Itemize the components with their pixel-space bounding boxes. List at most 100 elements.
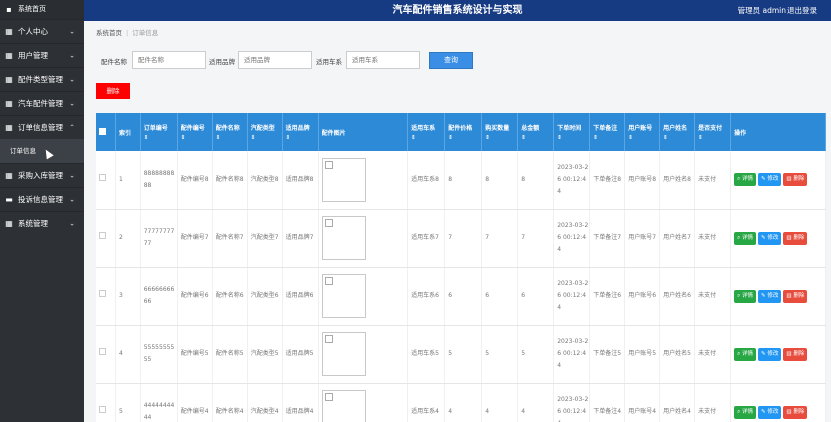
column-header[interactable]: 适用品牌 ⇕ [282,113,319,151]
sort-icon[interactable]: ⇕ [251,135,282,141]
sort-icon[interactable]: ⇕ [698,135,730,141]
sidebar-home[interactable]: ▪ 系统首页 [0,0,84,19]
column-header-label: 汽配类型 [250,125,275,132]
detail-button[interactable]: ⌕ 详情 [734,289,756,303]
column-header[interactable]: 订单编号 ⇕ [140,113,178,151]
sidebar-item-6[interactable]: ▬ 投诉信息管理 ⌄ [0,187,84,211]
sort-icon[interactable]: ⇕ [557,135,589,141]
column-header[interactable]: 总金额 ⇕ [517,113,555,151]
cell-actions: ⌕ 详情 ✎ 修改 ▥ 删除 [730,209,826,268]
column-header[interactable]: 购买数量 ⇕ [481,113,519,151]
row-checkbox[interactable] [99,406,106,413]
row-checkbox[interactable] [99,232,106,239]
sort-icon[interactable]: ⇕ [144,135,177,141]
row-select-cell [96,267,117,326]
cell-part_name: 配件名称6 [212,267,248,326]
select-all-checkbox[interactable] [99,127,106,135]
batch-delete-button[interactable]: 删除 [96,83,130,99]
sort-icon[interactable]: ⇕ [593,135,624,141]
cell-price: 4 [444,383,483,422]
column-header[interactable]: 配件编号 ⇕ [177,113,213,151]
cell-price: 5 [444,325,483,384]
detail-button[interactable]: ⌕ 详情 [734,173,756,187]
sidebar-item-label: 系统管理 [18,219,48,228]
column-header[interactable]: 下单备注 ⇕ [589,113,626,151]
app-title: 汽车配件销售系统设计与实现 [392,5,523,16]
sort-icon[interactable]: ⇕ [216,135,247,141]
column-header[interactable]: 下单时间 ⇕ [553,113,591,151]
series-input[interactable] [346,51,420,69]
row-checkbox[interactable] [99,348,106,355]
cell-index: 5 [115,383,141,422]
delete-button[interactable]: ▥ 删除 [783,173,808,187]
search-form: 配件名称 适用品牌 适用车系 [99,51,479,71]
grid-icon: ▦ [5,170,13,180]
cell-order_no: 5555555555 [140,325,178,384]
breadcrumb-home[interactable]: 系统首页 [96,29,122,37]
column-header[interactable]: 配件价格 ⇕ [444,113,483,151]
logout-link[interactable]: 退出登录 [787,0,817,21]
sidebar-item-1[interactable]: ▦ 用户管理 ⌄ [0,43,84,67]
part-name-input[interactable] [132,51,206,69]
detail-button[interactable]: ⌕ 详情 [734,231,756,245]
column-header[interactable]: 用户姓名 ⇕ [659,113,696,151]
search-button[interactable]: 查询 [429,52,473,69]
broken-image-icon [321,274,366,318]
edit-button[interactable]: ✎ 修改 [758,405,782,419]
sidebar-item-label: 采购入库管理 [18,171,63,180]
sort-icon[interactable]: ⇕ [521,135,553,141]
detail-label: 详情 [741,234,753,241]
sidebar-item-label: 用户管理 [18,51,48,60]
row-select-cell [96,325,117,384]
sidebar-item-7[interactable]: ▦ 系统管理 ⌄ [0,211,84,235]
cell-actions: ⌕ 详情 ✎ 修改 ▥ 删除 [730,267,826,326]
detail-button[interactable]: ⌕ 详情 [734,347,756,361]
column-header[interactable]: 用户账号 ⇕ [624,113,661,151]
column-header-label: 订单编号 [143,125,168,132]
sort-icon[interactable]: ⇕ [181,135,212,141]
column-header[interactable]: 是否支付 ⇕ [694,113,732,151]
sidebar-item-5[interactable]: ▦ 采购入库管理 ⌄ [0,163,84,187]
table-row: 2 7777777777 配件编号7 配件名称7 汽配类型7 适用品牌7 适用车系7 7 7 7 2… [96,209,826,268]
detail-button[interactable]: ⌕ 详情 [734,405,756,419]
sort-icon[interactable]: ⇕ [448,135,481,141]
edit-button[interactable]: ✎ 修改 [758,231,782,245]
grid-icon: ▦ [5,98,13,108]
cell-part_no: 配件编号6 [177,267,213,326]
cell-name: 用户姓名5 [659,325,696,384]
edit-button[interactable]: ✎ 修改 [758,173,782,187]
sidebar-item-0[interactable]: ▦ 个人中心 ⌄ [0,19,84,43]
row-checkbox[interactable] [99,173,106,181]
sort-icon[interactable]: ⇕ [628,135,659,141]
delete-button[interactable]: ▥ 删除 [783,289,808,303]
sidebar-item-label: 投诉信息管理 [18,195,63,204]
edit-button[interactable]: ✎ 修改 [758,347,782,361]
delete-button[interactable]: ▥ 删除 [783,231,808,245]
sidebar-item-4[interactable]: ▦ 订单信息管理 ⌃ [0,115,84,139]
row-checkbox[interactable] [99,290,106,297]
cell-image [318,325,409,384]
breadcrumb: 系统首页 | 订单信息 [96,27,158,37]
sort-icon[interactable]: ⇕ [485,135,517,141]
chevron-icon: ⌄ [69,195,75,203]
cell-account: 用户账号4 [624,383,661,422]
sidebar-item-2[interactable]: ▦ 配件类型管理 ⌄ [0,67,84,91]
sort-icon[interactable]: ⇕ [411,135,444,141]
sidebar-subitem-order-info[interactable]: 订单信息 [0,139,84,163]
column-header-label: 下单备注 [593,125,618,132]
column-header[interactable]: 适用车系 ⇕ [407,113,446,151]
delete-button[interactable]: ▥ 删除 [783,347,808,361]
column-header[interactable]: 配件名称 ⇕ [212,113,248,151]
edit-button[interactable]: ✎ 修改 [758,289,782,303]
column-header-label: 用户姓名 [663,125,688,132]
cell-remark: 下单备注5 [589,325,626,384]
chevron-icon: ⌄ [69,27,75,35]
sort-icon[interactable]: ⇕ [286,135,318,141]
brand-input[interactable] [238,51,312,69]
sidebar-item-3[interactable]: ▦ 汽车配件管理 ⌄ [0,91,84,115]
cell-time: 2023-03-26 00:12:44 [553,267,591,326]
sort-icon[interactable]: ⇕ [663,135,694,141]
delete-button[interactable]: ▥ 删除 [783,405,808,419]
chevron-icon: ⌄ [69,219,75,227]
column-header[interactable]: 汽配类型 ⇕ [247,113,283,151]
